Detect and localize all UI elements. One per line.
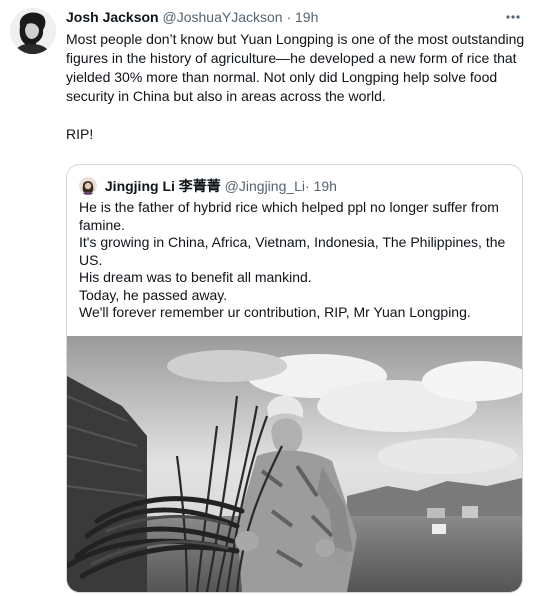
quoted-line: His dream was to benefit all mankind.	[79, 269, 312, 285]
more-horizontal-icon[interactable]	[502, 8, 524, 26]
quoted-tweet-header: Jingjing Li 李菁菁 @Jingjing_Li· 19h	[79, 177, 510, 195]
author-name[interactable]: Josh Jackson	[66, 9, 159, 25]
quoted-tweet-text: He is the father of hybrid rice which he…	[79, 199, 511, 322]
tweet-paragraph: Most people don’t know but Yuan Longping…	[66, 31, 525, 104]
tweet-timestamp[interactable]: 19h	[295, 9, 318, 25]
quoted-line: Today, he passed away.	[79, 286, 228, 303]
author-avatar[interactable]	[10, 8, 56, 54]
quoted-header-separator: ·	[305, 178, 310, 194]
quoted-author-name: Jingjing Li 李菁菁	[104, 178, 221, 194]
quoted-line: He is the father of hybrid rice which he…	[79, 199, 499, 233]
tweet-header: Josh Jackson @JoshuaYJackson · 19h	[66, 8, 528, 28]
author-handle[interactable]: @JoshuaYJackson	[163, 9, 283, 25]
tweet-text: Most people don’t know but Yuan Longping…	[66, 30, 528, 144]
quoted-author-handle: @Jingjing_Li	[224, 178, 306, 194]
quoted-tweet-timestamp: 19h	[313, 178, 337, 194]
quoted-tweet[interactable]: Jingjing Li 李菁菁 @Jingjing_Li· 19h He is …	[66, 164, 523, 593]
quoted-tweet-photo[interactable]	[67, 336, 522, 592]
quoted-line: It's growing in China, Africa, Vietnam, …	[79, 234, 506, 268]
quoted-line: We'll forever remember ur contribution, …	[79, 304, 471, 320]
header-separator: ·	[286, 9, 292, 25]
quoted-author-avatar	[79, 177, 97, 195]
tweet[interactable]: Josh Jackson @JoshuaYJackson · 19h Most …	[0, 0, 538, 596]
tweet-closing: RIP!	[66, 126, 94, 142]
